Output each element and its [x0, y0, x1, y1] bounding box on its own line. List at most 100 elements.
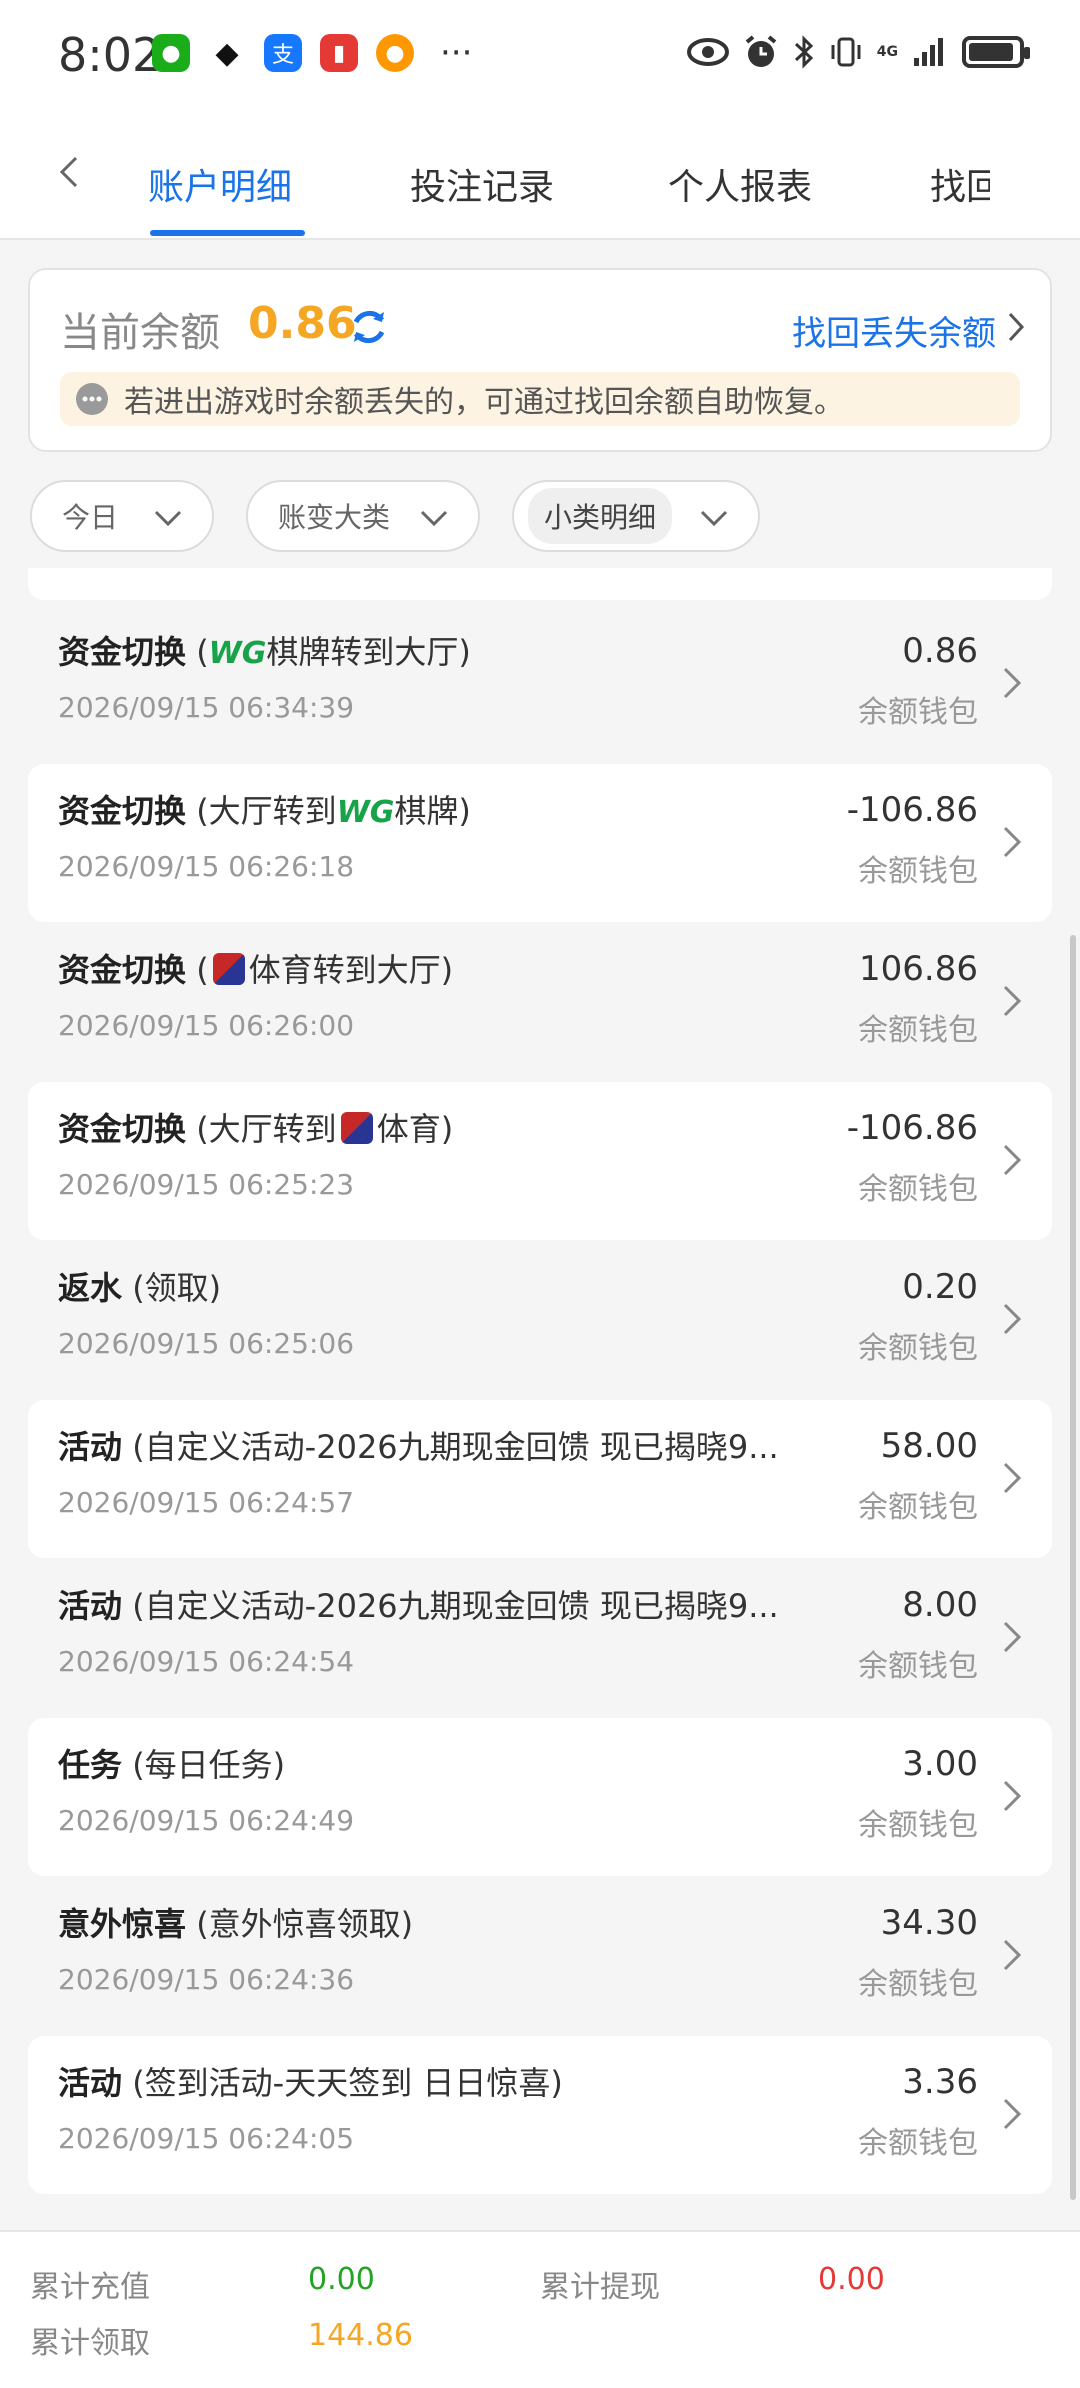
transaction-row[interactable]: 任务 (每日任务) 2026/09/15 06:24:49 3.00 余额钱包	[28, 1718, 1052, 1876]
transaction-type: 活动	[58, 1428, 123, 1466]
chevron-right-icon[interactable]	[1002, 310, 1030, 344]
transaction-type: 意外惊喜	[58, 1905, 187, 1943]
balance-label: 当前余额	[60, 310, 220, 356]
refresh-icon[interactable]	[348, 306, 390, 348]
transaction-title: 活动 (签到活动-天天签到 日日惊喜)	[58, 2058, 563, 2104]
transaction-detail-suffix: 棋牌)	[394, 792, 471, 830]
transaction-date: 2026/09/15 06:34:39	[58, 691, 355, 724]
system-icons: 4G	[686, 34, 1030, 70]
transaction-amount: 0.86	[902, 631, 978, 671]
chevron-right-icon	[1003, 1303, 1022, 1335]
status-time: 8:02	[58, 28, 162, 82]
transaction-amount: 34.30	[880, 1903, 978, 1943]
bluetooth-icon	[794, 35, 813, 69]
subcategory-filter[interactable]: 小类明细	[512, 480, 760, 552]
tab-account-details[interactable]: 账户明细	[148, 158, 292, 210]
chevron-right-icon	[1003, 1144, 1022, 1176]
transaction-row[interactable]: 活动 (自定义活动-2026九期现金回馈 现已揭晓9... 2026/09/15 …	[28, 1400, 1052, 1558]
more-dots-icon: ···	[440, 33, 473, 73]
transaction-amount: 8.00	[902, 1585, 978, 1625]
transaction-type: 资金切换	[58, 951, 187, 989]
transaction-wallet: 余额钱包	[858, 1967, 978, 2002]
transaction-amount: 58.00	[880, 1426, 978, 1466]
tab-bet-records[interactable]: 投注记录	[410, 158, 554, 210]
transaction-type: 资金切换	[58, 792, 187, 830]
category-filter-label: 账变大类	[278, 501, 391, 534]
transaction-detail-suffix: 体育转到大厅)	[248, 951, 454, 989]
date-filter-label: 今日	[62, 501, 119, 534]
transaction-row[interactable]: 资金切换 (体育转到大厅) 2026/09/15 06:26:00 106.86 余额…	[28, 923, 1052, 1081]
total-recharge-value: 0.00	[308, 2262, 375, 2297]
transaction-title: 活动 (自定义活动-2026九期现金回馈 现已揭晓9...	[58, 1581, 779, 1627]
transaction-detail: (每日任务)	[132, 1746, 286, 1784]
transaction-type: 活动	[58, 2064, 123, 2102]
transaction-type: 返水	[58, 1269, 123, 1307]
alarm-icon	[745, 35, 777, 67]
status-bar: 8:02 ● ◆ 支 ▮ ● ··· 4G	[0, 0, 1080, 110]
transaction-type: 资金切换	[58, 633, 187, 671]
transaction-row[interactable]: 活动 (自定义活动-2026九期现金回馈 现已揭晓9... 2026/09/15 …	[28, 1559, 1052, 1717]
transaction-detail: (签到活动-天天签到 日日惊喜)	[132, 2064, 563, 2102]
chevron-left-icon	[59, 156, 78, 188]
im-sports-logo	[340, 1112, 373, 1144]
total-withdraw-value: 0.00	[818, 2262, 885, 2297]
transaction-detail-suffix: 体育)	[376, 1110, 454, 1148]
eye-icon	[686, 38, 729, 66]
transaction-row[interactable]: 资金切换 (大厅转到 体育) 2026/09/15 06:25:23 -106.86 余…	[28, 1082, 1052, 1240]
transaction-detail: (大厅转到	[196, 792, 337, 830]
transaction-wallet: 余额钱包	[858, 1172, 978, 1207]
active-tab-indicator	[150, 230, 305, 236]
chevron-down-icon	[154, 510, 182, 527]
transaction-detail: (自定义活动-2026九期现金回馈 现已揭晓9...	[132, 1587, 779, 1625]
transaction-title: 任务 (每日任务)	[58, 1740, 285, 1786]
transaction-row[interactable]: 活动 (签到活动-天天签到 日日惊喜) 2026/09/15 06:24:05 3.…	[28, 2036, 1052, 2194]
total-recharge-label: 累计充值	[30, 2270, 150, 2305]
alipay-icon: 支	[264, 34, 302, 72]
transaction-wallet: 余额钱包	[858, 854, 978, 889]
list-item-partial	[28, 568, 1052, 600]
back-button[interactable]	[52, 154, 88, 190]
transaction-title: 资金切换 (大厅转到 体育)	[58, 1104, 453, 1150]
transaction-type: 活动	[58, 1587, 123, 1625]
transaction-date: 2026/09/15 06:26:00	[58, 1009, 355, 1042]
summary-footer: 累计充值 0.00 累计提现 0.00 累计领取 144.86	[0, 2230, 1080, 2388]
chevron-right-icon	[1003, 2098, 1022, 2130]
game-app-icon: ●	[376, 34, 414, 72]
recover-balance-link[interactable]: 找回丢失余额	[792, 306, 996, 355]
transaction-title: 资金切换 (WG棋牌转到大厅)	[58, 627, 471, 673]
subcategory-filter-label: 小类明细	[528, 488, 673, 544]
transaction-wallet: 余额钱包	[858, 2126, 978, 2161]
chevron-right-icon	[1003, 1780, 1022, 1812]
transaction-detail: (	[196, 951, 209, 989]
transaction-amount: -106.86	[846, 790, 978, 830]
chevron-right-icon	[1003, 985, 1022, 1017]
qq-icon: ◆	[208, 34, 246, 72]
total-withdraw-label: 累计提现	[540, 2270, 660, 2305]
transaction-detail: (自定义活动-2026九期现金回馈 现已揭晓9...	[132, 1428, 779, 1466]
tab-recover[interactable]: 找回	[930, 158, 990, 210]
notice-text: 若进出游戏时余额丢失的，可通过找回余额自助恢复。	[124, 385, 844, 420]
transaction-row[interactable]: 意外惊喜 (意外惊喜领取) 2026/09/15 06:24:36 34.30 余额钱…	[28, 1877, 1052, 2035]
recover-notice: 若进出游戏时余额丢失的，可通过找回余额自助恢复。	[60, 372, 1020, 426]
transaction-row[interactable]: 资金切换 (WG棋牌转到大厅) 2026/09/15 06:34:39 0.86 余额…	[28, 605, 1052, 763]
transaction-row[interactable]: 返水 (领取) 2026/09/15 06:25:06 0.20 余额钱包	[28, 1241, 1052, 1399]
transaction-date: 2026/09/15 06:24:57	[58, 1486, 355, 1519]
battery-icon	[962, 36, 1030, 68]
network-type: 4G	[876, 44, 898, 60]
transaction-row[interactable]: 资金切换 (大厅转到WG棋牌) 2026/09/15 06:26:18 -106.8…	[28, 764, 1052, 922]
transaction-wallet: 余额钱包	[858, 1013, 978, 1048]
tab-personal-report[interactable]: 个人报表	[668, 158, 812, 210]
chevron-right-icon	[1003, 667, 1022, 699]
transaction-type: 资金切换	[58, 1110, 187, 1148]
transaction-date: 2026/09/15 06:24:49	[58, 1804, 355, 1837]
category-filter[interactable]: 账变大类	[246, 480, 480, 552]
im-sports-logo	[212, 953, 245, 985]
transaction-amount: -106.86	[846, 1108, 978, 1148]
date-filter[interactable]: 今日	[30, 480, 214, 552]
wg-logo: WG	[336, 795, 395, 830]
tab-bar: 账户明细 投注记录 个人报表 找回	[0, 110, 1080, 240]
scrollbar[interactable]	[1070, 935, 1076, 2200]
wechat-icon: ●	[152, 34, 190, 72]
transaction-detail: (意外惊喜领取)	[196, 1905, 414, 1943]
transaction-title: 返水 (领取)	[58, 1263, 221, 1309]
